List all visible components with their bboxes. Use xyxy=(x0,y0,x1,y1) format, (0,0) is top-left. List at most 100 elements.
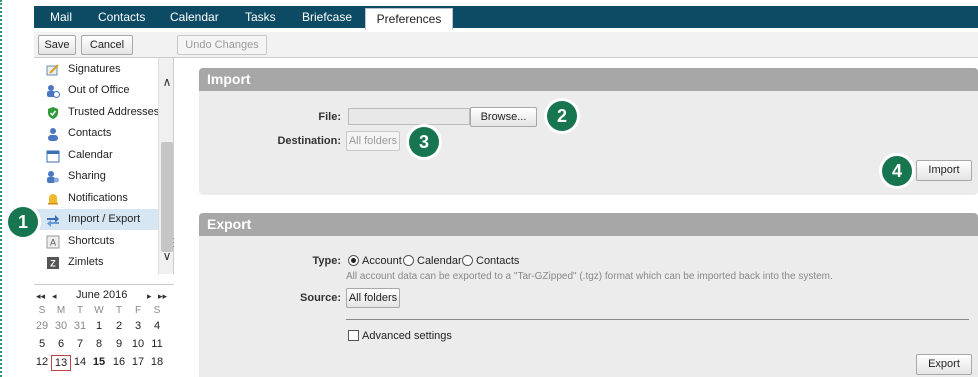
out-of-office-icon xyxy=(47,85,60,98)
callout-3: 3 xyxy=(409,127,439,157)
radio-account[interactable] xyxy=(348,255,359,266)
sidebar-item-contacts[interactable]: Contacts xyxy=(34,123,158,144)
export-type-hint: All account data can be exported to a "T… xyxy=(346,271,833,282)
bell-icon xyxy=(48,194,58,205)
calendar-day[interactable]: 31 xyxy=(70,320,90,332)
tab-preferences[interactable]: Preferences xyxy=(365,8,453,30)
weekday-header: T xyxy=(76,305,84,316)
prev-month-icon[interactable]: ◂ xyxy=(52,291,57,302)
sidebar-item-trusted-addresses[interactable]: Trusted Addresses xyxy=(34,102,160,123)
calendar-day[interactable]: 18 xyxy=(147,356,167,368)
sidebar-item-label: Sharing xyxy=(68,170,106,182)
calendar-day[interactable]: 9 xyxy=(109,338,129,350)
sidebar-item-signatures[interactable]: Signatures xyxy=(34,59,158,80)
tab-mail[interactable]: Mail xyxy=(50,6,72,28)
calendar-day-today[interactable]: 13 xyxy=(51,355,71,371)
tab-tasks[interactable]: Tasks xyxy=(245,6,276,28)
calendar-day[interactable]: 1 xyxy=(89,320,109,332)
calendar-day[interactable]: 10 xyxy=(128,338,148,350)
mini-calendar: ◂◂ ◂ June 2016 ▸ ▸▸ S M T W T F S 29 30 … xyxy=(34,284,174,377)
radio-calendar[interactable] xyxy=(403,255,414,266)
calendar-day[interactable]: 29 xyxy=(32,320,52,332)
app-tab-bar: Mail Contacts Calendar Tasks Briefcase P… xyxy=(34,6,978,30)
sidebar-item-label: Notifications xyxy=(68,192,128,204)
weekday-header: S xyxy=(153,305,161,316)
dotted-guide-line xyxy=(0,0,12,377)
callout-2: 2 xyxy=(547,101,577,131)
keyboard-shortcut-icon: A xyxy=(46,235,60,249)
radio-label-contacts: Contacts xyxy=(476,255,520,267)
preferences-screen: Mail Contacts Calendar Tasks Briefcase P… xyxy=(0,0,978,377)
save-button[interactable]: Save xyxy=(38,35,76,55)
calendar-day[interactable]: 4 xyxy=(147,320,167,332)
sidebar-item-out-of-office[interactable]: Out of Office xyxy=(34,80,158,101)
toolbar: Save Cancel Undo Changes xyxy=(34,32,978,58)
weekday-header: T xyxy=(115,305,123,316)
calendar-day[interactable]: 6 xyxy=(51,338,71,350)
export-section-title: Export xyxy=(199,213,978,236)
advanced-settings-checkbox[interactable] xyxy=(348,330,359,341)
import-section-title: Import xyxy=(199,68,978,91)
signature-icon xyxy=(46,64,59,76)
sidebar-item-zimlets[interactable]: Z Zimlets xyxy=(34,252,158,273)
scroll-up-arrow-icon[interactable]: ∧ xyxy=(159,74,173,90)
calendar-day[interactable]: 5 xyxy=(32,338,52,350)
file-label: File: xyxy=(318,111,341,123)
weekday-header: W xyxy=(94,305,104,316)
resize-grip-icon[interactable]: · · · xyxy=(172,234,176,251)
export-section: Export Type: Account Calendar Contacts A… xyxy=(199,213,978,377)
sidebar-item-label: Shortcuts xyxy=(68,235,115,247)
sidebar-item-import-export[interactable]: Import / Export xyxy=(34,209,158,230)
destination-folder-button[interactable]: All folders xyxy=(346,131,400,151)
cancel-button[interactable]: Cancel xyxy=(81,35,133,55)
sidebar-item-label: Zimlets xyxy=(68,256,104,268)
browse-button[interactable]: Browse... xyxy=(470,107,537,127)
sidebar-item-label: Trusted Addresses xyxy=(68,106,160,118)
sharing-icon xyxy=(47,171,59,183)
sidebar-item-calendar[interactable]: Calendar xyxy=(34,145,158,166)
sidebar-item-label: Calendar xyxy=(68,149,113,161)
prev-year-icon[interactable]: ◂◂ xyxy=(36,291,45,302)
calendar-day[interactable]: 2 xyxy=(109,320,129,332)
sidebar-item-sharing[interactable]: Sharing xyxy=(34,166,158,187)
calendar-day[interactable]: 16 xyxy=(109,356,129,368)
tab-briefcase[interactable]: Briefcase xyxy=(302,6,352,28)
calendar-day[interactable]: 3 xyxy=(128,320,148,332)
next-month-icon[interactable]: ▸ xyxy=(147,291,152,302)
source-folder-button[interactable]: All folders xyxy=(346,288,400,308)
calendar-day[interactable]: 8 xyxy=(89,338,109,350)
sidebar-item-label: Out of Office xyxy=(68,84,130,96)
calendar-day[interactable]: 14 xyxy=(70,356,90,368)
radio-contacts[interactable] xyxy=(462,255,473,266)
shield-icon xyxy=(48,107,58,119)
divider xyxy=(346,319,969,320)
radio-label-calendar: Calendar xyxy=(417,255,462,267)
tab-calendar[interactable]: Calendar xyxy=(170,6,219,28)
calendar-day[interactable]: 17 xyxy=(128,356,148,368)
tab-contacts[interactable]: Contacts xyxy=(98,6,145,28)
calendar-day[interactable]: 12 xyxy=(32,356,52,368)
calendar-day[interactable]: 30 xyxy=(51,320,71,332)
import-button[interactable]: Import xyxy=(916,160,972,181)
export-type-options: Account Calendar Contacts xyxy=(348,255,548,268)
calendar-day[interactable]: 7 xyxy=(70,338,90,350)
svg-text:A: A xyxy=(50,238,56,248)
calendar-day[interactable]: 11 xyxy=(147,338,167,350)
svg-text:Z: Z xyxy=(50,259,56,269)
import-export-icon xyxy=(47,215,59,227)
calendar-day[interactable]: 15 xyxy=(89,356,109,368)
weekday-header: M xyxy=(56,305,66,316)
callout-1: 1 xyxy=(8,207,38,237)
sidebar-item-notifications[interactable]: Notifications xyxy=(34,188,158,209)
sidebar-item-shortcuts[interactable]: A Shortcuts xyxy=(34,231,158,252)
advanced-settings-label: Advanced settings xyxy=(362,330,452,342)
undo-changes-button[interactable]: Undo Changes xyxy=(177,35,267,55)
import-section: Import File: Browse... Destination: All … xyxy=(199,68,978,195)
weekday-header: S xyxy=(38,305,46,316)
calendar-month-title: June 2016 xyxy=(76,289,128,301)
next-year-icon[interactable]: ▸▸ xyxy=(158,291,167,302)
export-button[interactable]: Export xyxy=(916,354,972,375)
file-path-field[interactable] xyxy=(348,108,470,125)
sidebar-item-label: Import / Export xyxy=(68,213,141,225)
preferences-sidebar: Signatures Out of Office Trusted Address… xyxy=(34,58,174,274)
